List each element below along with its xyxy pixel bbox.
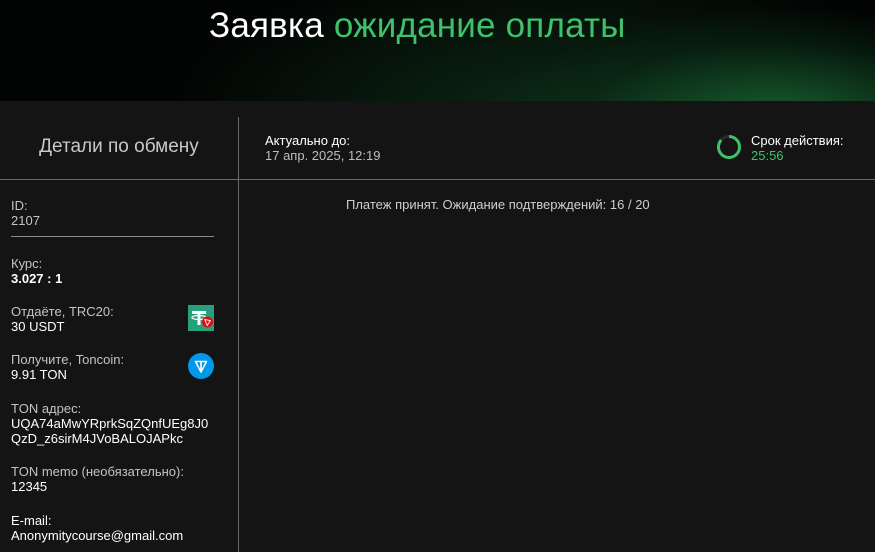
id-separator xyxy=(11,236,214,237)
memo-label: TON memo (необязательно): xyxy=(11,464,184,479)
valid-until-value: 17 апр. 2025, 12:19 xyxy=(265,148,381,163)
page-title: Заявка ожидание оплаты xyxy=(209,6,626,46)
receive-label: Получите, Toncoin: xyxy=(11,352,125,367)
field-receive: Получите, Toncoin: 9.91 TON xyxy=(11,352,216,383)
field-address: TON адрес: UQA74aMwYRprkSqZQnfUEg8J0 QzD… xyxy=(11,401,216,447)
id-label: ID: xyxy=(11,198,28,213)
email-value: Anonymitycourse@gmail.com xyxy=(11,528,184,543)
valid-until: Актуально до: 17 апр. 2025, 12:19 xyxy=(265,133,380,163)
timer-ring-icon xyxy=(717,135,741,159)
details-heading: Детали по обмену xyxy=(39,136,199,157)
field-rate: Курс: 3.027 : 1 xyxy=(11,256,216,287)
toncoin-icon xyxy=(188,353,214,379)
id-value: 2107 xyxy=(11,213,40,228)
address-line-2: QzD_z6sirM4JVoBALOJAPkc xyxy=(11,431,183,446)
vertical-divider xyxy=(238,117,239,552)
payment-status-message: Платеж принят. Ожидание подтверждений: 1… xyxy=(346,197,650,212)
horizontal-divider xyxy=(0,179,875,180)
give-label: Отдаёте, TRC20: xyxy=(11,304,114,319)
usdt-trc20-icon xyxy=(188,305,214,331)
receive-value: 9.91 TON xyxy=(11,367,67,382)
field-memo: TON memo (необязательно): 12345 xyxy=(11,464,216,495)
rate-value: 3.027 : 1 xyxy=(11,271,63,286)
rate-label: Курс: xyxy=(11,256,43,271)
give-value: 30 USDT xyxy=(11,319,65,334)
email-label: E-mail: xyxy=(11,513,52,528)
address-label: TON адрес: xyxy=(11,401,82,416)
field-give: Отдаёте, TRC20: 30 USDT xyxy=(11,304,216,335)
field-id: ID: 2107 xyxy=(11,198,216,229)
memo-value: 12345 xyxy=(11,479,48,494)
title-prefix: Заявка xyxy=(209,6,324,45)
header-banner: Заявка ожидание оплаты xyxy=(0,0,875,101)
address-line-1: UQA74aMwYRprkSqZQnfUEg8J0 xyxy=(11,416,209,431)
valid-until-label: Актуально до: xyxy=(265,133,350,148)
expiry-label: Срок действия: xyxy=(751,133,844,148)
expiry-countdown: 25:56 xyxy=(751,148,784,163)
expiry-timer: Срок действия: 25:56 xyxy=(716,133,866,163)
field-email: E-mail: Anonymitycourse@gmail.com xyxy=(11,513,216,544)
order-status: ожидание оплаты xyxy=(333,6,626,45)
